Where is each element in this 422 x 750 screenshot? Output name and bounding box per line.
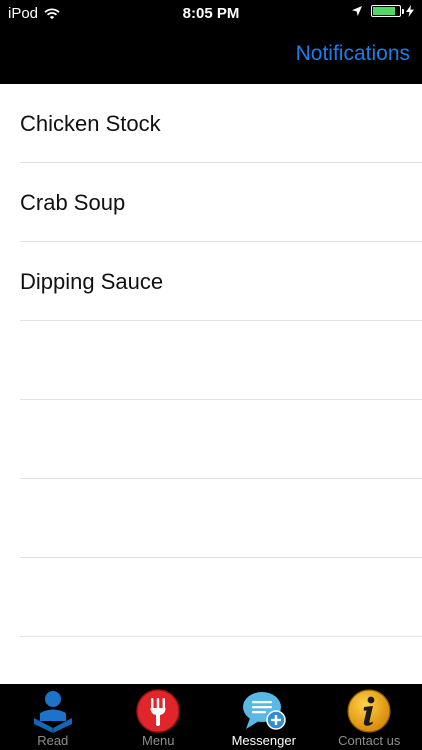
list-item <box>20 400 422 479</box>
tab-read[interactable]: Read <box>0 684 106 750</box>
app-screen: iPod 8:05 PM Notifications Chicken Stock… <box>0 0 422 750</box>
tab-messenger-label: Messenger <box>231 733 296 748</box>
status-bar: iPod 8:05 PM <box>0 0 422 30</box>
list-item[interactable]: Chicken Stock <box>20 84 422 163</box>
list-item-label: Dipping Sauce <box>20 269 164 294</box>
list-item <box>20 558 422 637</box>
status-right <box>351 5 414 17</box>
tab-read-label: Read <box>37 733 69 748</box>
list-item[interactable]: Crab Soup <box>20 163 422 242</box>
tab-menu[interactable]: Menu <box>106 684 212 750</box>
list-item-label: Chicken Stock <box>20 111 161 136</box>
charging-bolt-icon <box>406 5 414 17</box>
list-item <box>20 479 422 558</box>
tab-contact-us[interactable]: Contact us <box>317 684 422 750</box>
battery-level <box>373 7 396 15</box>
location-arrow-icon <box>352 6 362 16</box>
info-icon <box>347 689 391 733</box>
list-item-label: Crab Soup <box>20 190 126 215</box>
notifications-title[interactable]: Notifications <box>296 42 410 66</box>
tab-messenger[interactable]: Messenger <box>211 684 317 750</box>
battery-icon <box>371 5 404 17</box>
chat-bubble-icon <box>242 692 286 730</box>
tab-bar: Read Menu Messenger Contact us <box>0 684 422 750</box>
tab-menu-label: Menu <box>141 733 175 748</box>
list-item[interactable]: Dipping Sauce <box>20 242 422 321</box>
notifications-list: Chicken Stock Crab Soup Dipping Sauce <box>0 84 422 684</box>
list-item <box>20 321 422 400</box>
top-bar: iPod 8:05 PM Notifications <box>0 0 422 84</box>
fork-icon <box>136 689 180 733</box>
list-item <box>20 637 422 684</box>
tab-contact-us-label: Contact us <box>338 733 401 748</box>
reader-icon <box>33 691 72 733</box>
